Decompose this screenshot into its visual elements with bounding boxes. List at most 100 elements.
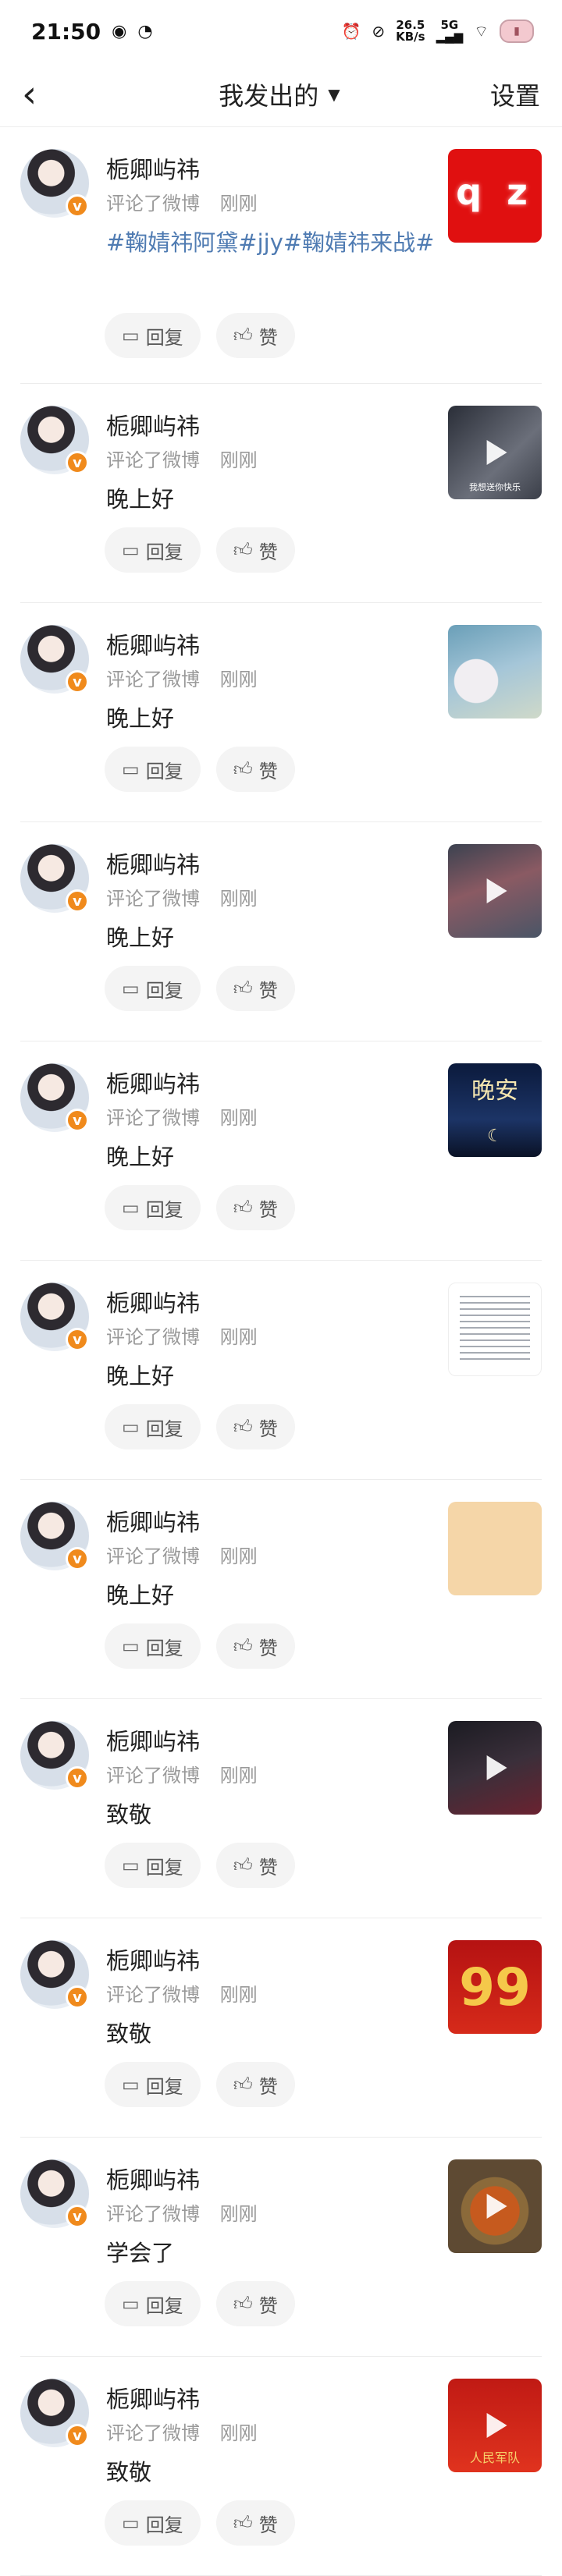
- thumbs-up-icon: 👍︎: [233, 758, 253, 780]
- comment-actions: ▭ 回复 👍︎ 赞: [105, 966, 295, 1011]
- post-thumbnail[interactable]: [448, 1502, 542, 1595]
- reply-label: 回复: [145, 2075, 183, 2098]
- comment-actions: ▭ 回复 👍︎ 赞: [105, 1843, 295, 1888]
- comment-actions: ▭ 回复 👍︎ 赞: [105, 747, 295, 792]
- comment-item[interactable]: v 栀卿屿祎 评论了微博 刚刚 晚上好 ▭ 回复 👍︎ 赞: [20, 603, 542, 822]
- comment-time: 刚刚: [219, 193, 258, 215]
- post-thumbnail[interactable]: 我想送你快乐: [448, 406, 542, 499]
- comment-item[interactable]: v 栀卿屿祎 评论了微博 刚刚 致敬 ▭ 回复 👍︎ 赞 人民军队: [20, 2357, 542, 2576]
- verified-badge-icon: v: [66, 1985, 89, 2009]
- comment-item[interactable]: v 栀卿屿祎 评论了微博 刚刚 晚上好 ▭ 回复 👍︎ 赞 我想送你快乐: [20, 384, 542, 603]
- network-speed: 26.5 KB/s: [396, 20, 425, 43]
- verified-badge-icon: v: [66, 1547, 89, 1570]
- reply-button[interactable]: ▭ 回复: [105, 1404, 201, 1449]
- like-button[interactable]: 👍︎ 赞: [215, 2500, 295, 2546]
- post-thumbnail[interactable]: q z: [448, 149, 542, 243]
- comment-meta: 评论了微博 刚刚: [106, 664, 258, 691]
- silent-icon: ⊘: [372, 22, 386, 41]
- reply-label: 回复: [145, 1418, 183, 1440]
- thumbs-up-icon: 👍︎: [233, 324, 253, 346]
- nav-title-dropdown[interactable]: 我发出的 ▼: [219, 76, 340, 112]
- post-thumbnail[interactable]: [448, 844, 542, 938]
- comment-item[interactable]: v 栀卿屿祎 评论了微博 刚刚 晚上好 ▭ 回复 👍︎ 赞: [20, 1261, 542, 1480]
- thumbs-up-icon: 👍︎: [233, 2292, 253, 2315]
- like-label: 赞: [258, 2294, 278, 2317]
- comment-item[interactable]: v 栀卿屿祎 评论了微博 刚刚 晚上好 ▭ 回复 👍︎ 赞 晚安 ☾: [20, 1041, 542, 1261]
- user-name[interactable]: 栀卿屿祎: [106, 846, 200, 880]
- thumbs-up-icon: 👍︎: [233, 1415, 253, 1438]
- like-button[interactable]: 👍︎ 赞: [215, 966, 295, 1011]
- reply-label: 回复: [145, 2294, 183, 2317]
- reply-button[interactable]: ▭ 回复: [105, 1843, 201, 1888]
- user-name[interactable]: 栀卿屿祎: [106, 1065, 200, 1099]
- like-label: 赞: [258, 1856, 278, 1879]
- comment-time: 刚刚: [219, 888, 258, 910]
- comment-action: 评论了微博: [106, 193, 200, 215]
- post-thumbnail[interactable]: [448, 2159, 542, 2253]
- verified-badge-icon: v: [66, 451, 89, 474]
- comment-text: 晚上好: [106, 705, 175, 732]
- reply-button[interactable]: ▭ 回复: [105, 527, 201, 573]
- comment-item[interactable]: v 栀卿屿祎 评论了微博 刚刚 致敬 ▭ 回复 👍︎ 赞 99: [20, 1918, 542, 2138]
- like-button[interactable]: 👍︎ 赞: [215, 2281, 295, 2326]
- comment-item[interactable]: v 栀卿屿祎 评论了微博 刚刚 #鞠婧祎阿黛#jjy#鞠婧祎来战# ▭ 回复 👍…: [20, 127, 542, 384]
- reply-button[interactable]: ▭ 回复: [105, 1623, 201, 1669]
- reply-button[interactable]: ▭ 回复: [105, 313, 201, 358]
- comment-actions: ▭ 回复 👍︎ 赞: [105, 1404, 295, 1449]
- like-button[interactable]: 👍︎ 赞: [215, 1843, 295, 1888]
- comment-meta: 评论了微博 刚刚: [106, 2418, 258, 2445]
- post-thumbnail[interactable]: [448, 1283, 542, 1376]
- post-thumbnail[interactable]: [448, 625, 542, 719]
- network-speed-unit: KB/s: [396, 30, 425, 44]
- like-label: 赞: [258, 1418, 278, 1440]
- comment-item[interactable]: v 栀卿屿祎 评论了微博 刚刚 学会了 ▭ 回复 👍︎ 赞: [20, 2138, 542, 2357]
- like-button[interactable]: 👍︎ 赞: [215, 313, 295, 358]
- reply-button[interactable]: ▭ 回复: [105, 966, 201, 1011]
- thumbnail-caption: 晚安: [471, 1077, 518, 1105]
- like-button[interactable]: 👍︎ 赞: [215, 1404, 295, 1449]
- like-button[interactable]: 👍︎ 赞: [215, 2062, 295, 2107]
- comment-time: 刚刚: [219, 1326, 258, 1348]
- user-name[interactable]: 栀卿屿祎: [106, 407, 200, 442]
- like-label: 赞: [258, 2514, 278, 2536]
- like-button[interactable]: 👍︎ 赞: [215, 1185, 295, 1230]
- comment-item[interactable]: v 栀卿屿祎 评论了微博 刚刚 致敬 ▭ 回复 👍︎ 赞: [20, 1699, 542, 1918]
- comment-meta: 评论了微博 刚刚: [106, 1322, 258, 1349]
- like-button[interactable]: 👍︎ 赞: [215, 1623, 295, 1669]
- user-name[interactable]: 栀卿屿祎: [106, 2380, 200, 2415]
- comment-item[interactable]: v 栀卿屿祎 评论了微博 刚刚 晚上好 ▭ 回复 👍︎ 赞: [20, 822, 542, 1041]
- user-name[interactable]: 栀卿屿祎: [106, 1942, 200, 1976]
- verified-badge-icon: v: [66, 1328, 89, 1351]
- reply-button[interactable]: ▭ 回复: [105, 747, 201, 792]
- chevron-left-icon[interactable]: ‹: [22, 76, 69, 113]
- comment-text: 晚上好: [106, 486, 175, 513]
- post-thumbnail[interactable]: 人民军队: [448, 2379, 542, 2472]
- post-thumbnail[interactable]: 99: [448, 1940, 542, 2034]
- comment-item[interactable]: v 栀卿屿祎 评论了微博 刚刚 晚上好 ▭ 回复 👍︎ 赞: [20, 1480, 542, 1699]
- like-button[interactable]: 👍︎ 赞: [215, 747, 295, 792]
- reply-button[interactable]: ▭ 回复: [105, 2281, 201, 2326]
- post-thumbnail[interactable]: [448, 1721, 542, 1815]
- reply-button[interactable]: ▭ 回复: [105, 1185, 201, 1230]
- user-name[interactable]: 栀卿屿祎: [106, 626, 200, 661]
- user-name[interactable]: 栀卿屿祎: [106, 1723, 200, 1757]
- network-type: 5G: [440, 18, 459, 32]
- moon-icon: ☾: [487, 1127, 503, 1146]
- post-thumbnail[interactable]: 晚安 ☾: [448, 1063, 542, 1157]
- user-name[interactable]: 栀卿屿祎: [106, 1284, 200, 1318]
- comment-text[interactable]: #鞠婧祎阿黛#jjy#鞠婧祎来战#: [106, 225, 442, 260]
- user-name[interactable]: 栀卿屿祎: [106, 151, 200, 185]
- comment-meta: 评论了微博 刚刚: [106, 1102, 258, 1130]
- settings-button[interactable]: 设置: [490, 76, 540, 112]
- reply-button[interactable]: ▭ 回复: [105, 2500, 201, 2546]
- reply-button[interactable]: ▭ 回复: [105, 2062, 201, 2107]
- comment-actions: ▭ 回复 👍︎ 赞: [105, 1623, 295, 1669]
- user-name[interactable]: 栀卿屿祎: [106, 2161, 200, 2195]
- play-icon: [486, 2194, 507, 2219]
- comment-action: 评论了微博: [106, 1545, 200, 1567]
- comment-action: 评论了微博: [106, 1984, 200, 2006]
- reply-label: 回复: [145, 541, 183, 563]
- verified-badge-icon: v: [66, 670, 89, 694]
- like-button[interactable]: 👍︎ 赞: [215, 527, 295, 573]
- user-name[interactable]: 栀卿屿祎: [106, 1503, 200, 1538]
